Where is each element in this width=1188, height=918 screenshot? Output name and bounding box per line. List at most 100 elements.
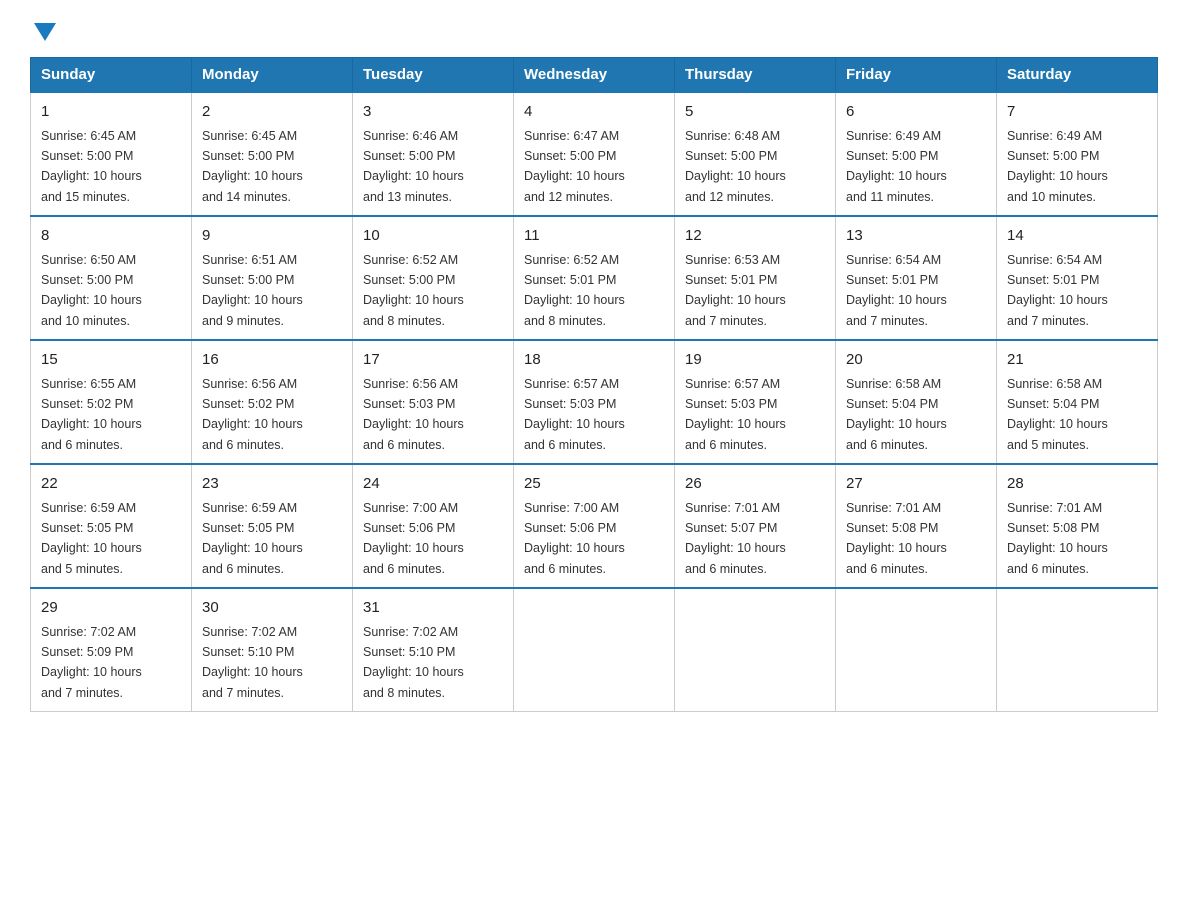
table-row: 27 Sunrise: 7:01 AMSunset: 5:08 PMDaylig… xyxy=(836,464,997,588)
day-info: Sunrise: 7:02 AMSunset: 5:10 PMDaylight:… xyxy=(363,625,464,700)
day-number: 15 xyxy=(41,349,181,372)
calendar-week-row: 15 Sunrise: 6:55 AMSunset: 5:02 PMDaylig… xyxy=(31,340,1158,464)
table-row: 28 Sunrise: 7:01 AMSunset: 5:08 PMDaylig… xyxy=(997,464,1158,588)
day-number: 31 xyxy=(363,597,503,620)
table-row: 29 Sunrise: 7:02 AMSunset: 5:09 PMDaylig… xyxy=(31,588,192,712)
day-info: Sunrise: 6:50 AMSunset: 5:00 PMDaylight:… xyxy=(41,253,142,328)
table-row: 24 Sunrise: 7:00 AMSunset: 5:06 PMDaylig… xyxy=(353,464,514,588)
col-thursday: Thursday xyxy=(675,58,836,93)
day-number: 11 xyxy=(524,225,664,248)
day-info: Sunrise: 7:01 AMSunset: 5:08 PMDaylight:… xyxy=(846,501,947,576)
day-number: 19 xyxy=(685,349,825,372)
day-info: Sunrise: 6:52 AMSunset: 5:00 PMDaylight:… xyxy=(363,253,464,328)
logo-triangle-icon xyxy=(34,23,56,41)
col-monday: Monday xyxy=(192,58,353,93)
day-number: 6 xyxy=(846,101,986,124)
day-info: Sunrise: 6:55 AMSunset: 5:02 PMDaylight:… xyxy=(41,377,142,452)
logo xyxy=(30,20,56,39)
day-number: 1 xyxy=(41,101,181,124)
table-row: 31 Sunrise: 7:02 AMSunset: 5:10 PMDaylig… xyxy=(353,588,514,712)
day-number: 18 xyxy=(524,349,664,372)
table-row: 18 Sunrise: 6:57 AMSunset: 5:03 PMDaylig… xyxy=(514,340,675,464)
day-info: Sunrise: 6:53 AMSunset: 5:01 PMDaylight:… xyxy=(685,253,786,328)
day-info: Sunrise: 7:01 AMSunset: 5:07 PMDaylight:… xyxy=(685,501,786,576)
day-number: 22 xyxy=(41,473,181,496)
day-number: 12 xyxy=(685,225,825,248)
col-saturday: Saturday xyxy=(997,58,1158,93)
day-info: Sunrise: 6:49 AMSunset: 5:00 PMDaylight:… xyxy=(1007,129,1108,204)
col-friday: Friday xyxy=(836,58,997,93)
day-info: Sunrise: 6:52 AMSunset: 5:01 PMDaylight:… xyxy=(524,253,625,328)
day-number: 9 xyxy=(202,225,342,248)
day-info: Sunrise: 6:56 AMSunset: 5:03 PMDaylight:… xyxy=(363,377,464,452)
day-info: Sunrise: 7:00 AMSunset: 5:06 PMDaylight:… xyxy=(524,501,625,576)
table-row: 6 Sunrise: 6:49 AMSunset: 5:00 PMDayligh… xyxy=(836,92,997,216)
calendar-week-row: 22 Sunrise: 6:59 AMSunset: 5:05 PMDaylig… xyxy=(31,464,1158,588)
day-number: 26 xyxy=(685,473,825,496)
table-row: 7 Sunrise: 6:49 AMSunset: 5:00 PMDayligh… xyxy=(997,92,1158,216)
day-info: Sunrise: 6:46 AMSunset: 5:00 PMDaylight:… xyxy=(363,129,464,204)
table-row: 23 Sunrise: 6:59 AMSunset: 5:05 PMDaylig… xyxy=(192,464,353,588)
day-number: 27 xyxy=(846,473,986,496)
table-row: 15 Sunrise: 6:55 AMSunset: 5:02 PMDaylig… xyxy=(31,340,192,464)
day-info: Sunrise: 6:56 AMSunset: 5:02 PMDaylight:… xyxy=(202,377,303,452)
day-number: 16 xyxy=(202,349,342,372)
day-info: Sunrise: 7:02 AMSunset: 5:10 PMDaylight:… xyxy=(202,625,303,700)
calendar-week-row: 29 Sunrise: 7:02 AMSunset: 5:09 PMDaylig… xyxy=(31,588,1158,712)
table-row xyxy=(997,588,1158,712)
day-info: Sunrise: 6:58 AMSunset: 5:04 PMDaylight:… xyxy=(1007,377,1108,452)
day-number: 4 xyxy=(524,101,664,124)
day-number: 14 xyxy=(1007,225,1147,248)
table-row: 2 Sunrise: 6:45 AMSunset: 5:00 PMDayligh… xyxy=(192,92,353,216)
day-info: Sunrise: 6:59 AMSunset: 5:05 PMDaylight:… xyxy=(202,501,303,576)
day-number: 29 xyxy=(41,597,181,620)
day-info: Sunrise: 6:48 AMSunset: 5:00 PMDaylight:… xyxy=(685,129,786,204)
table-row: 20 Sunrise: 6:58 AMSunset: 5:04 PMDaylig… xyxy=(836,340,997,464)
table-row: 5 Sunrise: 6:48 AMSunset: 5:00 PMDayligh… xyxy=(675,92,836,216)
table-row: 17 Sunrise: 6:56 AMSunset: 5:03 PMDaylig… xyxy=(353,340,514,464)
day-info: Sunrise: 6:58 AMSunset: 5:04 PMDaylight:… xyxy=(846,377,947,452)
day-info: Sunrise: 6:54 AMSunset: 5:01 PMDaylight:… xyxy=(846,253,947,328)
day-info: Sunrise: 7:00 AMSunset: 5:06 PMDaylight:… xyxy=(363,501,464,576)
day-info: Sunrise: 6:57 AMSunset: 5:03 PMDaylight:… xyxy=(685,377,786,452)
day-info: Sunrise: 7:02 AMSunset: 5:09 PMDaylight:… xyxy=(41,625,142,700)
page-header xyxy=(30,20,1158,39)
table-row: 19 Sunrise: 6:57 AMSunset: 5:03 PMDaylig… xyxy=(675,340,836,464)
table-row xyxy=(675,588,836,712)
table-row: 14 Sunrise: 6:54 AMSunset: 5:01 PMDaylig… xyxy=(997,216,1158,340)
table-row xyxy=(514,588,675,712)
col-tuesday: Tuesday xyxy=(353,58,514,93)
day-info: Sunrise: 6:45 AMSunset: 5:00 PMDaylight:… xyxy=(202,129,303,204)
day-number: 25 xyxy=(524,473,664,496)
day-number: 2 xyxy=(202,101,342,124)
table-row: 9 Sunrise: 6:51 AMSunset: 5:00 PMDayligh… xyxy=(192,216,353,340)
table-row: 26 Sunrise: 7:01 AMSunset: 5:07 PMDaylig… xyxy=(675,464,836,588)
day-number: 28 xyxy=(1007,473,1147,496)
day-number: 10 xyxy=(363,225,503,248)
day-number: 30 xyxy=(202,597,342,620)
calendar-table: Sunday Monday Tuesday Wednesday Thursday… xyxy=(30,57,1158,712)
day-info: Sunrise: 6:47 AMSunset: 5:00 PMDaylight:… xyxy=(524,129,625,204)
calendar-header-row: Sunday Monday Tuesday Wednesday Thursday… xyxy=(31,58,1158,93)
day-number: 3 xyxy=(363,101,503,124)
day-info: Sunrise: 6:45 AMSunset: 5:00 PMDaylight:… xyxy=(41,129,142,204)
day-number: 5 xyxy=(685,101,825,124)
table-row: 12 Sunrise: 6:53 AMSunset: 5:01 PMDaylig… xyxy=(675,216,836,340)
day-number: 8 xyxy=(41,225,181,248)
day-number: 21 xyxy=(1007,349,1147,372)
day-info: Sunrise: 6:59 AMSunset: 5:05 PMDaylight:… xyxy=(41,501,142,576)
calendar-week-row: 1 Sunrise: 6:45 AMSunset: 5:00 PMDayligh… xyxy=(31,92,1158,216)
day-number: 17 xyxy=(363,349,503,372)
calendar-week-row: 8 Sunrise: 6:50 AMSunset: 5:00 PMDayligh… xyxy=(31,216,1158,340)
table-row: 30 Sunrise: 7:02 AMSunset: 5:10 PMDaylig… xyxy=(192,588,353,712)
table-row: 11 Sunrise: 6:52 AMSunset: 5:01 PMDaylig… xyxy=(514,216,675,340)
table-row: 13 Sunrise: 6:54 AMSunset: 5:01 PMDaylig… xyxy=(836,216,997,340)
day-number: 7 xyxy=(1007,101,1147,124)
day-number: 20 xyxy=(846,349,986,372)
day-number: 23 xyxy=(202,473,342,496)
col-sunday: Sunday xyxy=(31,58,192,93)
table-row: 1 Sunrise: 6:45 AMSunset: 5:00 PMDayligh… xyxy=(31,92,192,216)
day-info: Sunrise: 6:57 AMSunset: 5:03 PMDaylight:… xyxy=(524,377,625,452)
table-row: 8 Sunrise: 6:50 AMSunset: 5:00 PMDayligh… xyxy=(31,216,192,340)
table-row xyxy=(836,588,997,712)
